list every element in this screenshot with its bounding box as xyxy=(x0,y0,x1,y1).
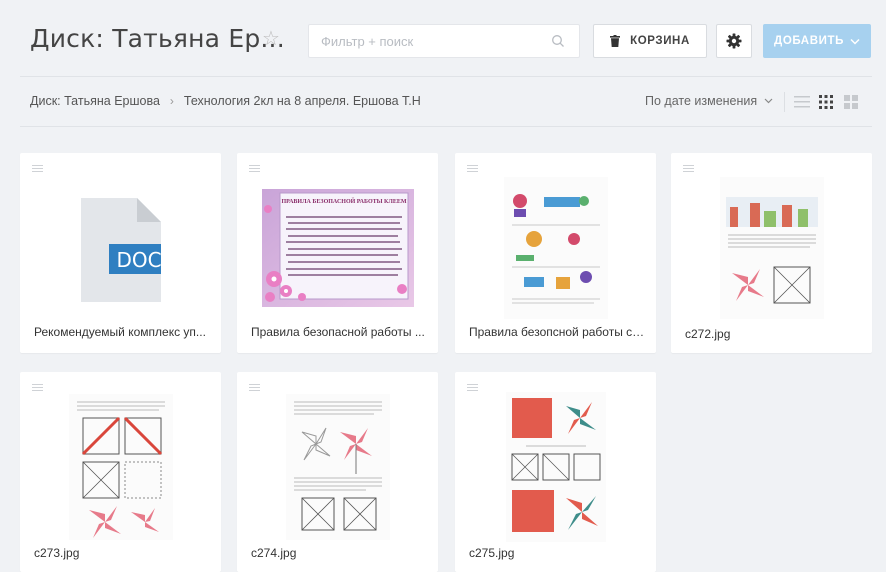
trash-button[interactable]: КОРЗИНА xyxy=(593,24,707,58)
rules-doc-title: ПРАВИЛА БЕЗОПАСНОЙ РАБОТЫ КЛЕЕМ xyxy=(281,197,406,205)
rules-document-thumbnail: ПРАВИЛА БЕЗОПАСНОЙ РАБОТЫ КЛЕЕМ xyxy=(261,189,414,307)
toolbar-separator xyxy=(784,92,785,112)
image-thumbnail xyxy=(285,394,390,540)
add-button[interactable]: ДОБАВИТЬ xyxy=(763,24,871,58)
image-thumbnail xyxy=(503,177,608,319)
search-icon[interactable] xyxy=(551,34,565,48)
image-thumbnail xyxy=(505,392,606,542)
drag-handle-icon[interactable] xyxy=(32,165,43,173)
drag-handle-icon[interactable] xyxy=(249,165,260,173)
search-input[interactable] xyxy=(321,25,541,57)
settings-button[interactable] xyxy=(716,24,752,58)
file-card[interactable]: DOC Рекомендуемый комплекс уп... xyxy=(20,153,221,353)
file-card[interactable]: c273.jpg xyxy=(20,372,221,572)
file-card[interactable]: Правила безопсной работы с ... xyxy=(455,153,656,353)
chevron-down-icon xyxy=(850,38,860,45)
file-name: c272.jpg xyxy=(685,327,731,341)
image-thumbnail xyxy=(68,394,173,540)
search-box[interactable] xyxy=(308,24,580,58)
image-thumbnail xyxy=(719,177,824,319)
drag-handle-icon[interactable] xyxy=(683,165,694,173)
doc-file-icon: DOC xyxy=(80,198,161,302)
breadcrumb-current: Технология 2кл на 8 апреля. Ершова Т.Н xyxy=(183,94,421,108)
file-card[interactable]: c272.jpg xyxy=(671,153,872,353)
file-name: Правила безопсной работы с ... xyxy=(469,325,645,339)
list-view-icon[interactable] xyxy=(794,94,810,110)
grid-view-icon[interactable] xyxy=(818,94,834,110)
trash-icon xyxy=(610,35,621,47)
breadcrumb-root-link[interactable]: Диск: Татьяна Ершова xyxy=(30,94,160,108)
gear-icon xyxy=(726,33,742,49)
drag-handle-icon[interactable] xyxy=(467,384,478,392)
sort-dropdown[interactable]: По дате изменения xyxy=(645,94,773,108)
drag-handle-icon[interactable] xyxy=(249,384,260,392)
page-title: Диск: Татьяна Ер... xyxy=(30,24,285,53)
file-name: c274.jpg xyxy=(251,546,297,560)
sort-label: По дате изменения xyxy=(645,94,758,108)
doc-badge-label: DOC xyxy=(116,248,161,272)
file-name: Правила безопасной работы ... xyxy=(251,325,425,339)
top-bar: Диск: Татьяна Ер... ☆ КОРЗИНА xyxy=(0,0,886,76)
large-grid-view-icon[interactable] xyxy=(843,94,859,110)
file-card[interactable]: c275.jpg xyxy=(455,372,656,572)
trash-button-label: КОРЗИНА xyxy=(630,35,690,47)
chevron-down-icon xyxy=(764,98,773,104)
file-name: c273.jpg xyxy=(34,546,80,560)
add-button-label: ДОБАВИТЬ xyxy=(774,35,844,47)
breadcrumb: Диск: Татьяна Ершова › Технология 2кл на… xyxy=(30,94,421,108)
header-divider xyxy=(20,76,872,77)
favorite-star-icon[interactable]: ☆ xyxy=(260,28,282,50)
file-name: c275.jpg xyxy=(469,546,515,560)
drag-handle-icon[interactable] xyxy=(467,165,478,173)
toolbar-divider xyxy=(20,126,872,127)
file-name: Рекомендуемый комплекс уп... xyxy=(34,325,206,339)
file-card[interactable]: ПРАВИЛА БЕЗОПАСНОЙ РАБОТЫ КЛЕЕМ Правила … xyxy=(237,153,438,353)
file-card[interactable]: c274.jpg xyxy=(237,372,438,572)
drag-handle-icon[interactable] xyxy=(32,384,43,392)
chevron-right-icon: › xyxy=(169,94,174,108)
